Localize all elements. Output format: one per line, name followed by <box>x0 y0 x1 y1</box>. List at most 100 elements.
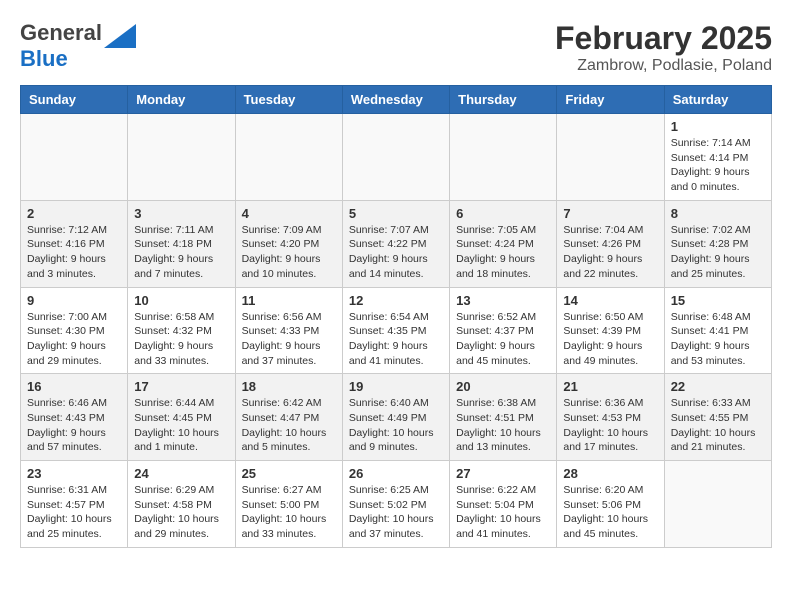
table-row: 25Sunrise: 6:27 AM Sunset: 5:00 PM Dayli… <box>235 461 342 548</box>
calendar-table: Sunday Monday Tuesday Wednesday Thursday… <box>20 85 772 548</box>
table-row: 17 Sunrise: 6:44 AM Sunset: 4:45 PM Dayli… <box>128 374 235 461</box>
day-number: 15 <box>671 293 765 308</box>
table-row: 11Sunrise: 6:56 AM Sunset: 4:33 PM Dayli… <box>235 287 342 374</box>
day-info: Sunrise: 6:31 AM Sunset: 4:57 PM Dayligh… <box>27 483 121 542</box>
table-row <box>342 114 449 201</box>
day-info: Sunrise: 7:11 AM Sunset: 4:18 PM Dayligh… <box>134 223 228 282</box>
table-row: 3 Sunrise: 7:11 AM Sunset: 4:18 PM Daylig… <box>128 200 235 287</box>
table-row: 24Sunrise: 6:29 AM Sunset: 4:58 PM Dayli… <box>128 461 235 548</box>
day-number: 4 <box>242 206 336 221</box>
day-number: 6 <box>456 206 550 221</box>
day-info: Sunrise: 7:02 AM Sunset: 4:28 PM Dayligh… <box>671 223 765 282</box>
day-number: 10 <box>134 293 228 308</box>
day-info: Sunrise: 7:05 AM Sunset: 4:24 PM Dayligh… <box>456 223 550 282</box>
table-row: 15 Sunrise: 6:48 AM Sunset: 4:41 PM Dayli… <box>664 287 771 374</box>
day-number: 28 <box>563 466 657 481</box>
table-row: 18 Sunrise: 6:42 AM Sunset: 4:47 PM Dayli… <box>235 374 342 461</box>
day-number: 16 <box>27 379 121 394</box>
table-row: 5 Sunrise: 7:07 AM Sunset: 4:22 PM Daylig… <box>342 200 449 287</box>
header-sunday: Sunday <box>21 86 128 114</box>
table-row: 23 Sunrise: 6:31 AM Sunset: 4:57 PM Dayli… <box>21 461 128 548</box>
table-row <box>21 114 128 201</box>
table-row: 6 Sunrise: 7:05 AM Sunset: 4:24 PM Daylig… <box>450 200 557 287</box>
day-info: Sunrise: 6:50 AM Sunset: 4:39 PM Dayligh… <box>563 310 657 369</box>
day-info: Sunrise: 7:09 AM Sunset: 4:20 PM Dayligh… <box>242 223 336 282</box>
page-header: General Blue February 2025 Zambrow, Podl… <box>20 20 772 75</box>
location-subtitle: Zambrow, Podlasie, Poland <box>555 57 772 75</box>
day-number: 8 <box>671 206 765 221</box>
day-number: 27 <box>456 466 550 481</box>
day-number: 20 <box>456 379 550 394</box>
day-number: 2 <box>27 206 121 221</box>
table-row: 1 Sunrise: 7:14 AM Sunset: 4:14 PM Daylig… <box>664 114 771 201</box>
day-number: 5 <box>349 206 443 221</box>
day-info: Sunrise: 6:44 AM Sunset: 4:45 PM Dayligh… <box>134 396 228 455</box>
table-row: 27 Sunrise: 6:22 AM Sunset: 5:04 PM Dayli… <box>450 461 557 548</box>
table-row <box>450 114 557 201</box>
table-row: 19Sunrise: 6:40 AM Sunset: 4:49 PM Dayli… <box>342 374 449 461</box>
day-info: Sunrise: 7:14 AM Sunset: 4:14 PM Dayligh… <box>671 136 765 195</box>
header-friday: Friday <box>557 86 664 114</box>
table-row: 14 Sunrise: 6:50 AM Sunset: 4:39 PM Dayli… <box>557 287 664 374</box>
day-info: Sunrise: 6:38 AM Sunset: 4:51 PM Dayligh… <box>456 396 550 455</box>
day-number: 11 <box>242 293 336 308</box>
table-row <box>557 114 664 201</box>
calendar-week-row: 9 Sunrise: 7:00 AM Sunset: 4:30 PM Daylig… <box>21 287 772 374</box>
logo: General Blue <box>20 20 136 72</box>
day-info: Sunrise: 7:12 AM Sunset: 4:16 PM Dayligh… <box>27 223 121 282</box>
day-info: Sunrise: 6:33 AM Sunset: 4:55 PM Dayligh… <box>671 396 765 455</box>
calendar-week-row: 23 Sunrise: 6:31 AM Sunset: 4:57 PM Dayli… <box>21 461 772 548</box>
day-info: Sunrise: 6:52 AM Sunset: 4:37 PM Dayligh… <box>456 310 550 369</box>
day-number: 14 <box>563 293 657 308</box>
day-number: 25 <box>242 466 336 481</box>
day-info: Sunrise: 6:42 AM Sunset: 4:47 PM Dayligh… <box>242 396 336 455</box>
day-number: 13 <box>456 293 550 308</box>
day-number: 17 <box>134 379 228 394</box>
day-number: 24 <box>134 466 228 481</box>
day-number: 1 <box>671 119 765 134</box>
header-monday: Monday <box>128 86 235 114</box>
logo-blue: Blue <box>20 46 68 71</box>
day-number: 3 <box>134 206 228 221</box>
day-number: 12 <box>349 293 443 308</box>
day-info: Sunrise: 6:20 AM Sunset: 5:06 PM Dayligh… <box>563 483 657 542</box>
logo-text: General Blue <box>20 20 102 72</box>
logo-icon <box>104 24 136 48</box>
table-row <box>664 461 771 548</box>
day-info: Sunrise: 6:40 AM Sunset: 4:49 PM Dayligh… <box>349 396 443 455</box>
table-row: 26 Sunrise: 6:25 AM Sunset: 5:02 PM Dayli… <box>342 461 449 548</box>
table-row: 28 Sunrise: 6:20 AM Sunset: 5:06 PM Dayli… <box>557 461 664 548</box>
table-row: 9 Sunrise: 7:00 AM Sunset: 4:30 PM Daylig… <box>21 287 128 374</box>
table-row: 22 Sunrise: 6:33 AM Sunset: 4:55 PM Dayli… <box>664 374 771 461</box>
day-number: 9 <box>27 293 121 308</box>
table-row: 16 Sunrise: 6:46 AM Sunset: 4:43 PM Dayli… <box>21 374 128 461</box>
day-info: Sunrise: 6:36 AM Sunset: 4:53 PM Dayligh… <box>563 396 657 455</box>
day-number: 23 <box>27 466 121 481</box>
day-info: Sunrise: 7:07 AM Sunset: 4:22 PM Dayligh… <box>349 223 443 282</box>
table-row: 12 Sunrise: 6:54 AM Sunset: 4:35 PM Dayli… <box>342 287 449 374</box>
table-row: 10Sunrise: 6:58 AM Sunset: 4:32 PM Dayli… <box>128 287 235 374</box>
day-info: Sunrise: 6:25 AM Sunset: 5:02 PM Dayligh… <box>349 483 443 542</box>
header-wednesday: Wednesday <box>342 86 449 114</box>
day-number: 26 <box>349 466 443 481</box>
table-row: 13 Sunrise: 6:52 AM Sunset: 4:37 PM Dayli… <box>450 287 557 374</box>
calendar-week-row: 16 Sunrise: 6:46 AM Sunset: 4:43 PM Dayli… <box>21 374 772 461</box>
table-row: 21 Sunrise: 6:36 AM Sunset: 4:53 PM Dayli… <box>557 374 664 461</box>
table-row <box>128 114 235 201</box>
day-number: 22 <box>671 379 765 394</box>
day-info: Sunrise: 6:54 AM Sunset: 4:35 PM Dayligh… <box>349 310 443 369</box>
day-info: Sunrise: 6:22 AM Sunset: 5:04 PM Dayligh… <box>456 483 550 542</box>
day-info: Sunrise: 6:48 AM Sunset: 4:41 PM Dayligh… <box>671 310 765 369</box>
table-row: 20 Sunrise: 6:38 AM Sunset: 4:51 PM Dayli… <box>450 374 557 461</box>
calendar-week-row: 1 Sunrise: 7:14 AM Sunset: 4:14 PM Daylig… <box>21 114 772 201</box>
day-info: Sunrise: 7:00 AM Sunset: 4:30 PM Dayligh… <box>27 310 121 369</box>
table-row <box>235 114 342 201</box>
day-number: 18 <box>242 379 336 394</box>
table-row: 8 Sunrise: 7:02 AM Sunset: 4:28 PM Daylig… <box>664 200 771 287</box>
day-info: Sunrise: 6:46 AM Sunset: 4:43 PM Dayligh… <box>27 396 121 455</box>
day-info: Sunrise: 7:04 AM Sunset: 4:26 PM Dayligh… <box>563 223 657 282</box>
day-number: 21 <box>563 379 657 394</box>
header-saturday: Saturday <box>664 86 771 114</box>
header-thursday: Thursday <box>450 86 557 114</box>
day-number: 7 <box>563 206 657 221</box>
